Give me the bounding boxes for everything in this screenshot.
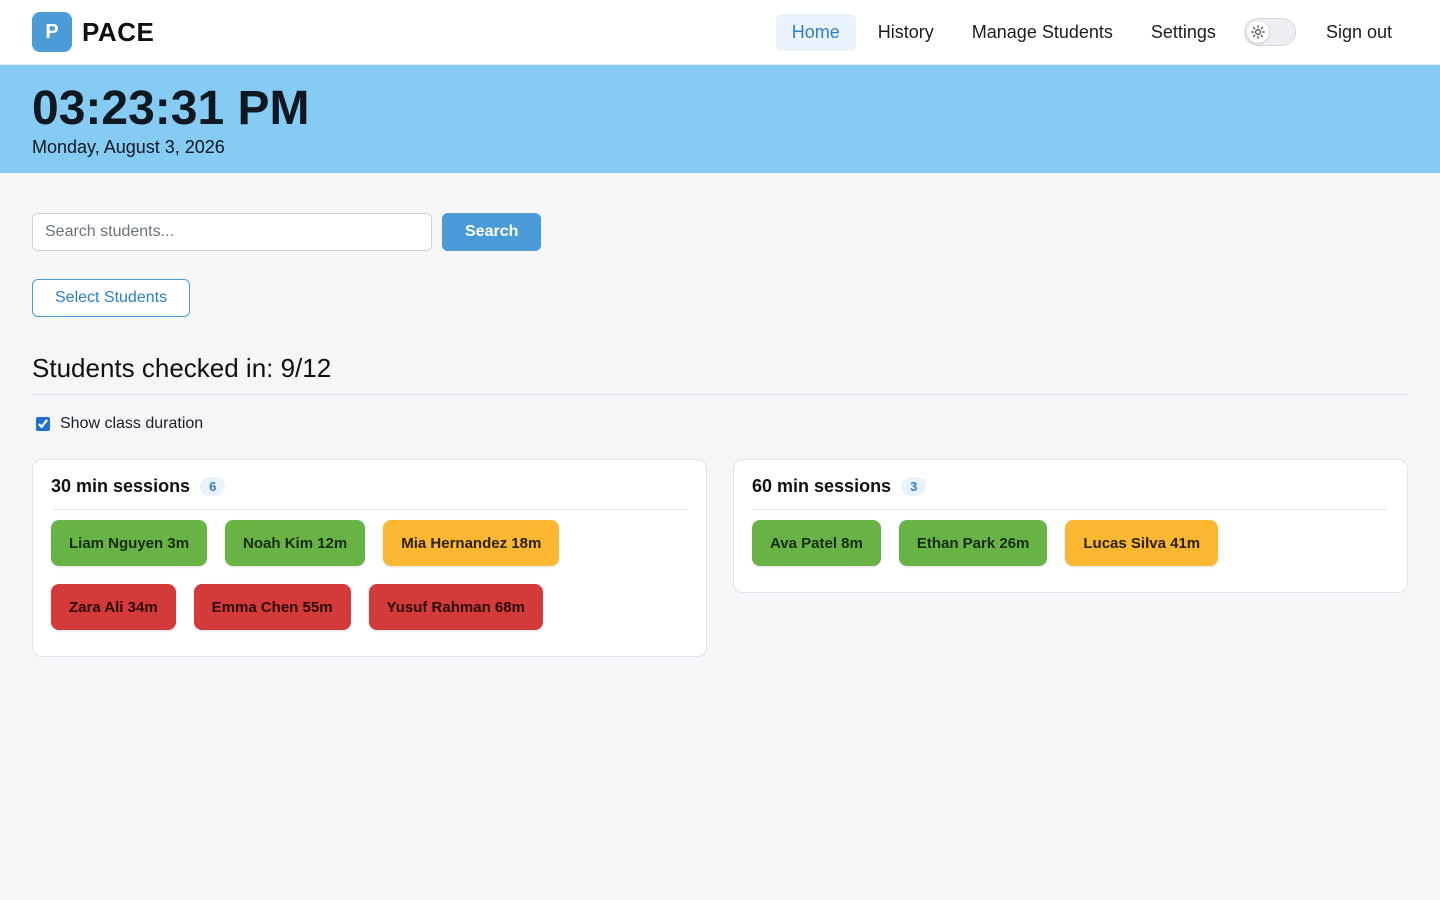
show-duration-row: Show class duration (32, 415, 1408, 433)
brand-name: PACE (82, 16, 155, 47)
search-row: Search (32, 213, 1408, 251)
session-group-30: 30 min sessions 6 Liam Nguyen 3m Noah Ki… (32, 459, 707, 657)
student-chip[interactable]: Ava Patel 8m (752, 520, 881, 566)
show-duration-label: Show class duration (60, 415, 204, 432)
nav-link-history[interactable]: History (862, 14, 950, 51)
group-header: 60 min sessions 3 (752, 476, 1389, 510)
nav-links: Home History Manage Students Settings Si… (775, 13, 1408, 51)
student-chip[interactable]: Ethan Park 26m (898, 520, 1048, 566)
student-chip[interactable]: Zara Ali 34m (51, 584, 176, 630)
search-input[interactable] (32, 213, 432, 251)
group-title: 30 min sessions (51, 476, 191, 496)
theme-toggle[interactable] (1243, 18, 1296, 46)
clock-time: 03:23:31 PM (32, 82, 310, 135)
clock-banner: 03:23:31 PM Monday, August 3, 2026 (0, 65, 1440, 173)
main-content: Search Select Students Students checked … (0, 173, 1440, 657)
session-groups: 30 min sessions 6 Liam Nguyen 3m Noah Ki… (32, 459, 1408, 657)
checked-in-heading: Students checked in: 9/12 (32, 353, 1408, 395)
group-title: 60 min sessions (752, 476, 892, 496)
search-button[interactable]: Search (442, 213, 542, 251)
group-count-badge: 6 (200, 477, 226, 496)
session-group-60: 60 min sessions 3 Ava Patel 8m Ethan Par… (733, 459, 1408, 593)
group-count-badge: 3 (901, 477, 927, 496)
toggle-knob (1246, 21, 1269, 43)
student-chip[interactable]: Mia Hernandez 18m (383, 520, 560, 566)
clock-date: Monday, August 3, 2026 (32, 137, 225, 157)
student-chip[interactable]: Liam Nguyen 3m (51, 520, 208, 566)
nav-link-home[interactable]: Home (775, 13, 856, 51)
student-chip[interactable]: Yusuf Rahman 68m (368, 584, 543, 630)
logo-icon: P (32, 12, 72, 52)
student-chip[interactable]: Lucas Silva 41m (1065, 520, 1219, 566)
nav-link-settings[interactable]: Settings (1135, 14, 1232, 51)
select-students-button[interactable]: Select Students (32, 279, 191, 317)
student-chips: Liam Nguyen 3m Noah Kim 12m Mia Hernande… (51, 520, 688, 630)
nav-link-manage-students[interactable]: Manage Students (956, 14, 1129, 51)
group-header: 30 min sessions 6 (51, 476, 688, 510)
navbar: P PACE Home History Manage Students Sett… (0, 0, 1440, 65)
brand[interactable]: P PACE (32, 12, 154, 52)
sun-icon (1251, 25, 1265, 39)
student-chip[interactable]: Emma Chen 55m (193, 584, 351, 630)
sign-out-link[interactable]: Sign out (1312, 14, 1408, 51)
student-chips: Ava Patel 8m Ethan Park 26m Lucas Silva … (752, 520, 1389, 566)
student-chip[interactable]: Noah Kim 12m (225, 520, 366, 566)
show-duration-checkbox[interactable] (36, 417, 50, 431)
